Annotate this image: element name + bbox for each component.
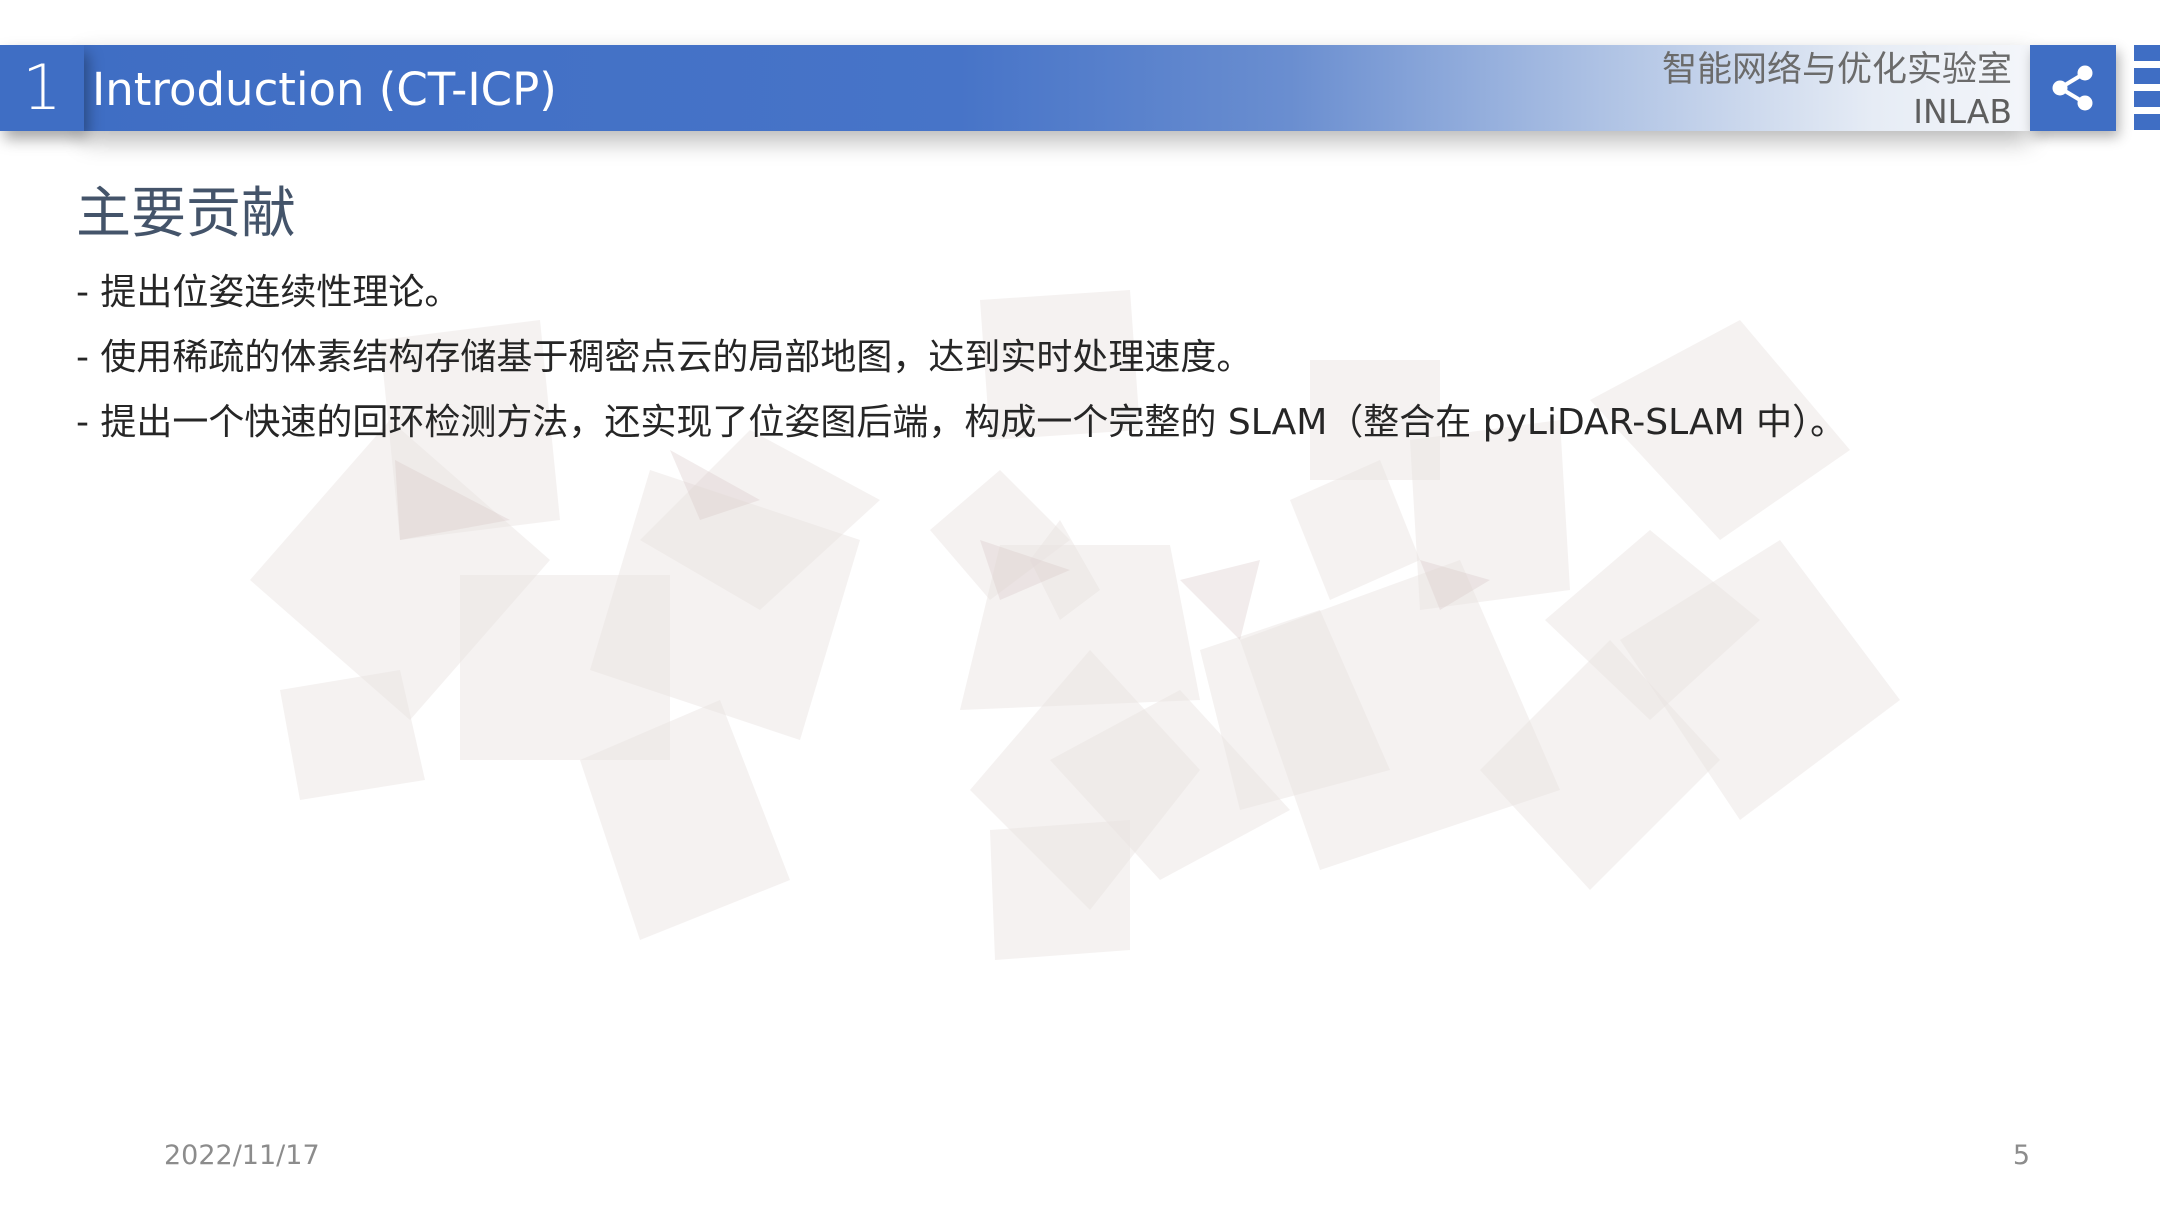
list-item: - 使用稀疏的体素结构存储基于稠密点云的局部地图，达到实时处理速度。 [76,337,1253,378]
slide: 1 Introduction (CT-ICP) 智能网络与优化实验室 INLAB… [0,0,2160,1215]
lab-abbreviation: INLAB [1913,92,2012,131]
lab-name: 智能网络与优化实验室 [1661,50,2012,90]
edge-stripes-decoration [2134,45,2160,131]
list-item: - 提出位姿连续性理论。 [76,272,461,313]
section-number-badge: 1 [0,45,84,131]
share-icon [2052,65,2093,111]
share-button[interactable] [2030,45,2116,131]
slide-title: Introduction (CT-ICP) [92,63,557,116]
page-number: 5 [2012,1140,2030,1171]
content-heading: 主要贡献 [76,181,297,245]
footer-date: 2022/11/17 [164,1140,320,1171]
list-item: - 提出一个快速的回环检测方法，还实现了位姿图后端，构成一个完整的 SLAM（整… [76,402,1847,443]
contribution-list: - 提出位姿连续性理论。 - 使用稀疏的体素结构存储基于稠密点云的局部地图，达到… [76,260,1846,455]
background-squares-pattern [250,290,1900,960]
